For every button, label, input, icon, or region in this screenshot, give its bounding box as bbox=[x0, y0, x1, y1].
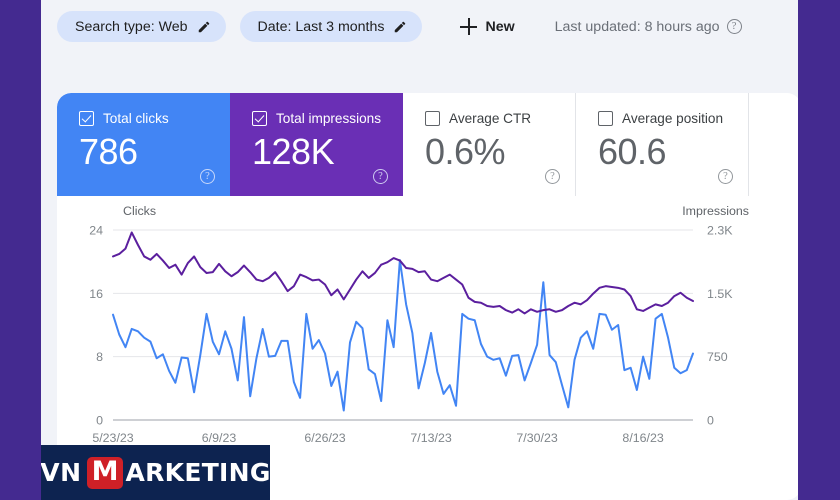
y-axis-left-tick: 16 bbox=[89, 287, 103, 301]
filter-chip-date[interactable]: Date: Last 3 months bbox=[239, 11, 423, 42]
y-axis-right-tick: 750 bbox=[707, 350, 728, 364]
x-axis-tick: 6/26/23 bbox=[304, 431, 345, 445]
metric-card-average-position[interactable]: Average position 60.6 ? bbox=[576, 93, 749, 196]
metric-card-header: Total clicks bbox=[79, 111, 230, 126]
x-axis-tick: 7/30/23 bbox=[516, 431, 557, 445]
x-axis-tick: 5/23/23 bbox=[92, 431, 133, 445]
y-axis-right-tick: 0 bbox=[707, 414, 714, 428]
y-axis-left-tick: 8 bbox=[96, 350, 103, 364]
x-axis-tick: 7/13/23 bbox=[410, 431, 451, 445]
watermark-text-vn: VN bbox=[41, 458, 82, 487]
checkbox-empty-icon[interactable] bbox=[598, 111, 613, 126]
checkbox-empty-icon[interactable] bbox=[425, 111, 440, 126]
metric-card-average-ctr[interactable]: Average CTR 0.6% ? bbox=[403, 93, 576, 196]
filter-chip-search-type[interactable]: Search type: Web bbox=[57, 11, 226, 42]
y-axis-left-tick: 0 bbox=[96, 414, 103, 428]
add-new-filter-button[interactable]: New bbox=[450, 11, 524, 42]
plus-icon bbox=[460, 18, 478, 35]
metric-label-average-ctr: Average CTR bbox=[449, 111, 532, 126]
y-axis-left-title: Clicks bbox=[123, 204, 156, 218]
x-axis-tick: 6/9/23 bbox=[202, 431, 237, 445]
help-circle-icon[interactable]: ? bbox=[726, 19, 742, 34]
x-axis-tick: 8/16/23 bbox=[622, 431, 663, 445]
watermark-logo: VN M ARKETING bbox=[41, 445, 270, 500]
help-circle-icon[interactable]: ? bbox=[373, 169, 388, 184]
filter-bar: Search type: Web Date: Last 3 months New… bbox=[41, 0, 798, 53]
help-circle-icon[interactable]: ? bbox=[200, 169, 215, 184]
metric-card-header: Total impressions bbox=[252, 111, 403, 126]
metric-value-total-impressions: 128K bbox=[252, 131, 335, 172]
watermark-accent-letter: M bbox=[86, 456, 124, 489]
metric-card-header: Average CTR bbox=[425, 111, 575, 126]
checkbox-checked-icon[interactable] bbox=[79, 111, 94, 126]
help-circle-icon[interactable]: ? bbox=[718, 169, 733, 184]
metric-card-row: Total clicks 786 ? Total impressions 128… bbox=[57, 93, 798, 196]
outer-frame: Search type: Web Date: Last 3 months New… bbox=[0, 0, 840, 500]
metric-label-average-position: Average position bbox=[622, 111, 724, 126]
metric-label-total-clicks: Total clicks bbox=[103, 111, 169, 126]
help-circle-icon[interactable]: ? bbox=[545, 169, 560, 184]
filter-chip-date-label: Date: Last 3 months bbox=[257, 18, 385, 35]
metric-value-average-ctr: 0.6% bbox=[425, 131, 506, 172]
performance-report-panel: Total clicks 786 ? Total impressions 128… bbox=[57, 93, 798, 500]
y-axis-left-tick: 24 bbox=[89, 224, 103, 238]
last-updated-text: Last updated: 8 hours ago bbox=[554, 18, 720, 35]
metric-card-total-clicks[interactable]: Total clicks 786 ? bbox=[57, 93, 230, 196]
last-updated-status: Last updated: 8 hours ago ? bbox=[555, 19, 742, 35]
y-axis-right-tick: 1.5K bbox=[707, 287, 733, 301]
y-axis-right-tick: 2.3K bbox=[707, 224, 733, 238]
metric-card-header: Average position bbox=[598, 111, 748, 126]
pencil-icon[interactable] bbox=[197, 20, 211, 34]
filter-chip-search-type-label: Search type: Web bbox=[75, 18, 188, 35]
metric-value-total-clicks: 786 bbox=[79, 131, 138, 172]
search-console-surface: Search type: Web Date: Last 3 months New… bbox=[41, 0, 798, 500]
chart-series-total-impressions bbox=[112, 231, 694, 315]
y-axis-right-title: Impressions bbox=[682, 204, 749, 218]
metric-label-total-impressions: Total impressions bbox=[276, 111, 382, 126]
checkbox-checked-icon[interactable] bbox=[252, 111, 267, 126]
watermark-text-arketing: ARKETING bbox=[125, 458, 271, 487]
chart-series-total-clicks bbox=[112, 259, 694, 412]
pencil-icon[interactable] bbox=[393, 20, 407, 34]
metric-card-total-impressions[interactable]: Total impressions 128K ? bbox=[230, 93, 403, 196]
add-new-filter-label: New bbox=[485, 18, 515, 35]
metric-value-average-position: 60.6 bbox=[598, 131, 667, 172]
